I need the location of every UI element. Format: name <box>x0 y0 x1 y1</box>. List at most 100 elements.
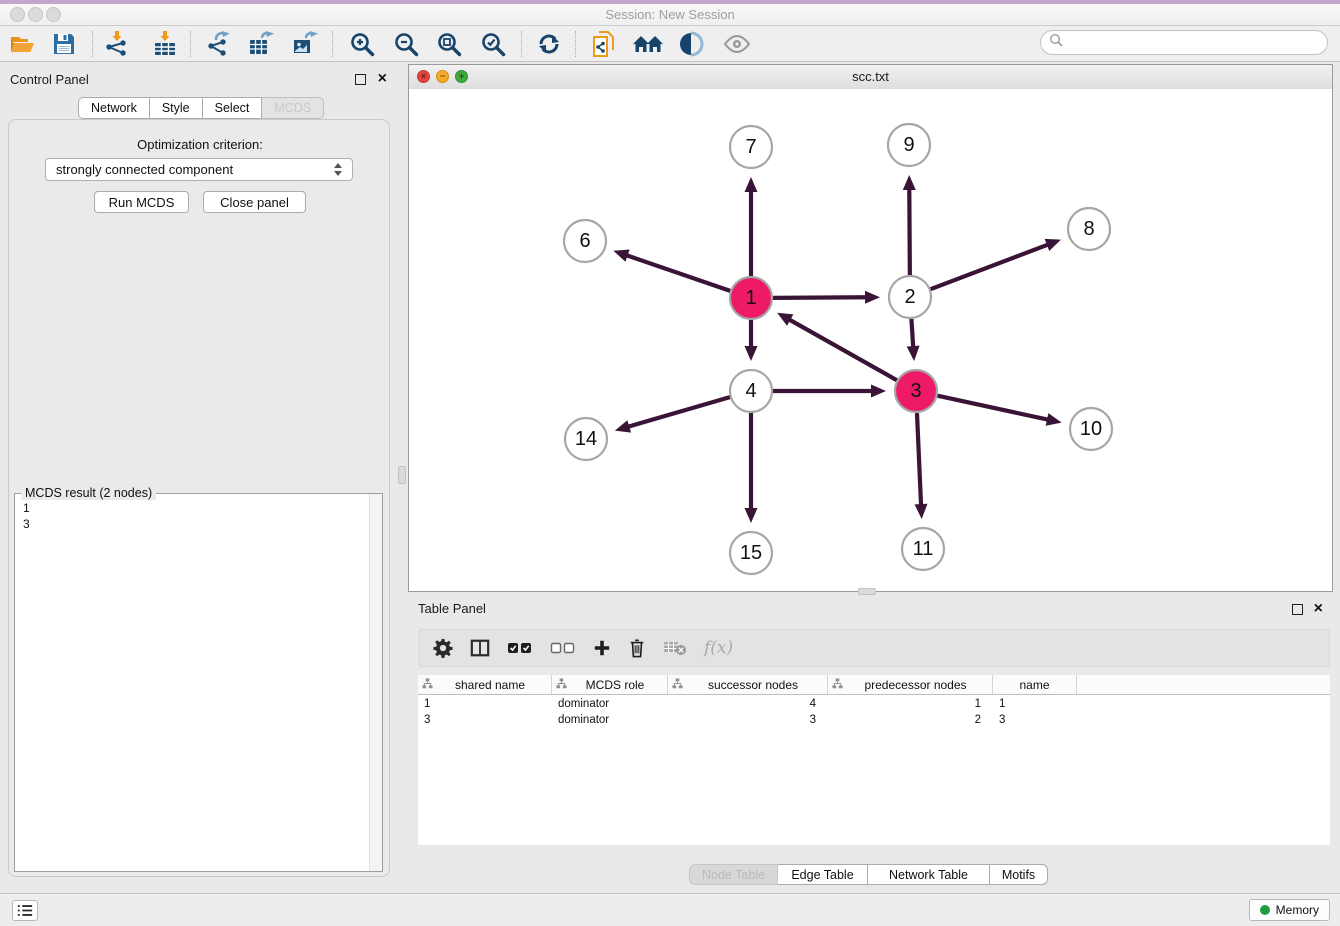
graph-node-14[interactable]: 14 <box>565 418 607 460</box>
mcds-result-item[interactable]: 1 <box>23 500 30 516</box>
tab-network-table[interactable]: Network Table <box>868 864 990 885</box>
graph-node-4[interactable]: 4 <box>730 370 772 412</box>
table-row[interactable]: 1dominator411 <box>418 696 1330 712</box>
graph-edge-2-3[interactable] <box>907 319 920 361</box>
table-cell[interactable]: 4 <box>668 698 828 710</box>
graph-edge-4-15[interactable] <box>745 413 758 523</box>
add-column-icon[interactable] <box>593 639 611 657</box>
run-mcds-button[interactable]: Run MCDS <box>94 191 189 213</box>
column-header-predecessor-nodes[interactable]: predecessor nodes <box>828 675 993 694</box>
table-cell[interactable]: 1 <box>418 698 552 710</box>
table-toolbar: f(x) <box>418 629 1330 667</box>
graph-edge-4-3[interactable] <box>773 385 886 398</box>
tab-edge-table[interactable]: Edge Table <box>778 864 868 885</box>
graph-edge-4-14[interactable] <box>615 397 730 433</box>
tab-mcds[interactable]: MCDS <box>262 97 324 119</box>
table-cell[interactable]: 1 <box>993 698 1077 710</box>
graph-node-8[interactable]: 8 <box>1068 208 1110 250</box>
zoom-selected-icon[interactable] <box>478 29 508 59</box>
search-box[interactable] <box>1040 30 1328 55</box>
graph-node-15[interactable]: 15 <box>730 532 772 574</box>
mcds-result-list[interactable]: 13 <box>23 500 30 532</box>
svg-text:10: 10 <box>1080 418 1102 440</box>
column-header-shared-name[interactable]: shared name <box>418 675 552 694</box>
graph-edge-3-11[interactable] <box>915 413 928 519</box>
horizontal-splitter-handle[interactable] <box>858 588 876 595</box>
vertical-splitter-handle[interactable] <box>398 466 406 484</box>
scrollbar[interactable] <box>369 494 382 871</box>
search-icon <box>1049 33 1063 52</box>
tab-select[interactable]: Select <box>203 97 263 119</box>
graph-node-6[interactable]: 6 <box>564 220 606 262</box>
control-panel: Control Panel × NetworkStyleSelectMCDS O… <box>0 62 400 893</box>
tab-motifs[interactable]: Motifs <box>990 864 1048 885</box>
memory-button[interactable]: Memory <box>1249 899 1330 921</box>
svg-text:4: 4 <box>745 380 756 402</box>
tab-node-table[interactable]: Node Table <box>689 864 778 885</box>
table-cell[interactable]: dominator <box>552 698 668 710</box>
apply-style-icon[interactable] <box>677 29 707 59</box>
dropdown-stepper-icon <box>334 163 342 176</box>
graph-edge-1-6[interactable] <box>613 249 730 290</box>
clone-network-icon[interactable] <box>589 29 619 59</box>
float-panel-icon[interactable] <box>355 74 366 85</box>
zoom-out-icon[interactable] <box>391 29 421 59</box>
function-builder-icon[interactable]: f(x) <box>704 638 733 658</box>
graph-node-10[interactable]: 10 <box>1070 408 1112 450</box>
graph-node-11[interactable]: 11 <box>902 528 944 570</box>
close-panel-icon[interactable]: × <box>378 71 387 87</box>
zoom-in-icon[interactable] <box>347 29 377 59</box>
graph-edge-2-8[interactable] <box>931 239 1061 289</box>
select-all-columns-icon[interactable] <box>507 641 533 655</box>
graph-edge-2-9[interactable] <box>903 175 916 275</box>
delete-table-icon[interactable] <box>663 640 687 656</box>
show-graphics-details-icon[interactable] <box>722 29 752 59</box>
tab-network[interactable]: Network <box>78 97 150 119</box>
show-columns-icon[interactable] <box>470 638 490 658</box>
tree-icon <box>832 678 843 692</box>
column-header-successor-nodes[interactable]: successor nodes <box>668 675 828 694</box>
graph-edge-1-4[interactable] <box>745 320 758 361</box>
column-header-mcds-role[interactable]: MCDS role <box>552 675 668 694</box>
close-table-panel-icon[interactable]: × <box>1314 601 1323 617</box>
graph-node-9[interactable]: 9 <box>888 124 930 166</box>
export-table-icon[interactable] <box>246 29 276 59</box>
table-settings-icon[interactable] <box>433 638 453 658</box>
graph-node-1[interactable]: 1 <box>730 277 772 319</box>
import-table-icon[interactable] <box>150 29 180 59</box>
apply-layout-icon[interactable] <box>534 29 564 59</box>
hide-panels-icon[interactable] <box>633 29 663 59</box>
search-input[interactable] <box>1068 35 1319 51</box>
delete-columns-icon[interactable] <box>628 638 646 658</box>
export-image-icon[interactable] <box>290 29 320 59</box>
column-header-name[interactable]: name <box>993 675 1077 694</box>
zoom-fit-icon[interactable] <box>434 29 464 59</box>
table-cell[interactable]: 1 <box>828 698 993 710</box>
import-network-icon[interactable] <box>102 29 132 59</box>
unselect-all-columns-icon[interactable] <box>550 641 576 655</box>
mcds-result-item[interactable]: 3 <box>23 516 30 532</box>
open-file-icon[interactable] <box>7 29 37 59</box>
table-row[interactable]: 3dominator323 <box>418 712 1330 728</box>
graph-edge-3-10[interactable] <box>937 396 1061 426</box>
export-network-icon[interactable] <box>203 29 233 59</box>
graph-node-7[interactable]: 7 <box>730 126 772 168</box>
table-cell[interactable]: 3 <box>993 714 1077 726</box>
table-cell[interactable]: 2 <box>828 714 993 726</box>
criterion-dropdown[interactable]: strongly connected component <box>45 158 353 181</box>
table-cell[interactable]: 3 <box>668 714 828 726</box>
close-panel-button[interactable]: Close panel <box>203 191 306 213</box>
graph-edge-1-7[interactable] <box>745 177 758 276</box>
table-cell[interactable]: dominator <box>552 714 668 726</box>
graph-node-2[interactable]: 2 <box>889 276 931 318</box>
tab-style[interactable]: Style <box>150 97 203 119</box>
graph-edge-3-1[interactable] <box>777 313 897 380</box>
float-table-panel-icon[interactable] <box>1292 604 1303 615</box>
graph-node-3[interactable]: 3 <box>895 370 937 412</box>
network-canvas[interactable]: 7 9 6 8 1 2 4 3 14 10 15 11 <box>409 89 1332 591</box>
graph-edge-1-2[interactable] <box>773 291 880 304</box>
task-history-button[interactable] <box>12 900 38 921</box>
network-graph[interactable]: 7 9 6 8 1 2 4 3 14 10 15 11 <box>409 89 1332 591</box>
table-cell[interactable]: 3 <box>418 714 552 726</box>
save-session-icon[interactable] <box>49 29 79 59</box>
